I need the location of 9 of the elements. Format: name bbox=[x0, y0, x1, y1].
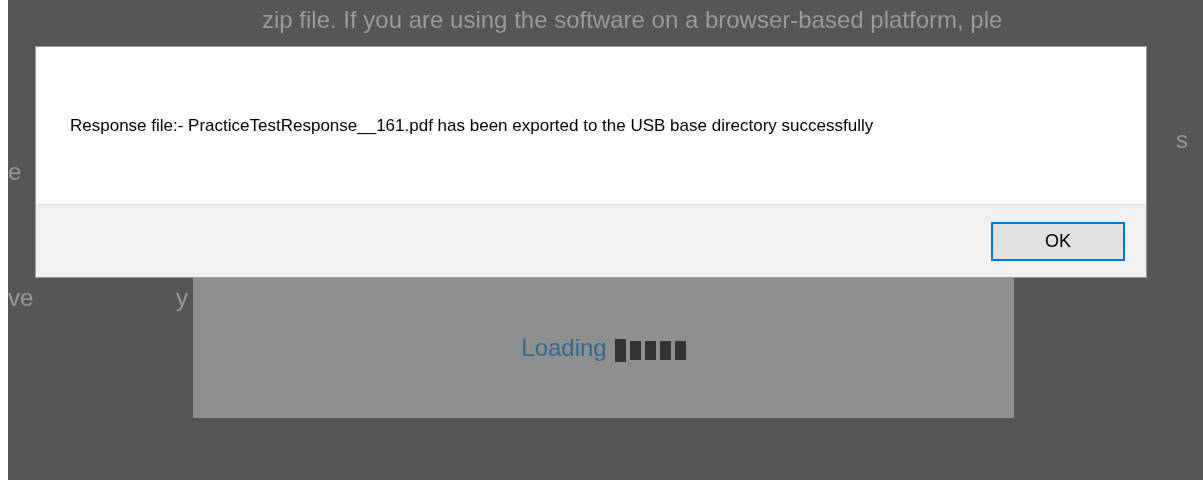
dialog-message: Response file:- PracticeTestResponse__161.pdf has been exported to the USB base directory successfully bbox=[70, 114, 874, 137]
loading-text: Loading bbox=[521, 332, 607, 363]
background-text: ve bbox=[8, 286, 34, 310]
loading-bars-icon bbox=[614, 339, 686, 362]
background-text: zip file. If you are using the software on a browser-based platform, ple bbox=[262, 8, 1003, 32]
ok-button[interactable]: OK bbox=[991, 221, 1125, 261]
background-text: s bbox=[1176, 128, 1188, 152]
background-text: y bbox=[176, 286, 188, 310]
background-text: e bbox=[8, 160, 22, 184]
